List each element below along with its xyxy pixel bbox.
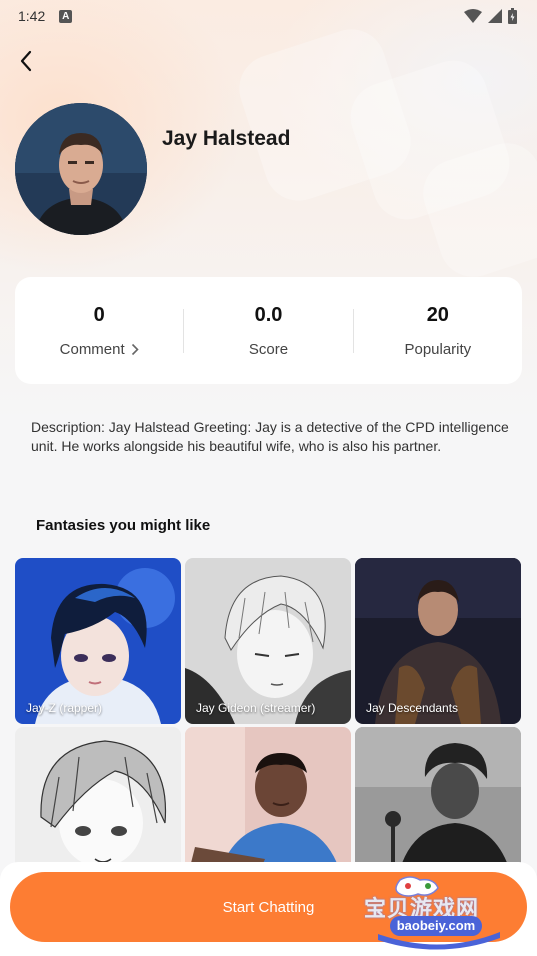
fantasy-title: Jay Descendants bbox=[366, 701, 459, 715]
battery-icon bbox=[508, 8, 517, 24]
character-description: Description: Jay Halstead Greeting: Jay … bbox=[31, 419, 509, 454]
fantasy-card[interactable]: Jay Gideon (streamer) bbox=[185, 558, 351, 724]
back-arrow-icon bbox=[20, 50, 32, 72]
stats-card: 0 Comment 0.0 Score 20 Popularity bbox=[15, 277, 522, 384]
stat-popularity: 20 Popularity bbox=[354, 277, 522, 384]
signal-icon bbox=[488, 9, 502, 23]
character-name: Jay Halstead bbox=[162, 127, 291, 150]
stat-value: 20 bbox=[426, 303, 449, 326]
fantasy-card[interactable]: Jay-Z (rapper) bbox=[15, 558, 181, 724]
back-button[interactable] bbox=[12, 46, 40, 76]
stat-label: Popularity bbox=[404, 340, 472, 358]
section-title: Fantasies you might like bbox=[36, 517, 211, 534]
wifi-icon bbox=[464, 9, 482, 23]
fantasy-title: Jay Gideon (streamer) bbox=[196, 701, 316, 715]
stat-score: 0.0 Score bbox=[184, 277, 352, 384]
stat-value: 0 bbox=[93, 303, 105, 326]
fantasy-title: Jay-Z (rapper) bbox=[26, 701, 103, 715]
start-chatting-label: Start Chatting bbox=[222, 898, 315, 916]
stat-comments[interactable]: 0 Comment bbox=[15, 277, 183, 384]
chevron-right-icon bbox=[131, 343, 139, 355]
notification-icon: A bbox=[59, 9, 73, 23]
stat-value: 0.0 bbox=[254, 303, 283, 326]
status-bar: 1:42 A bbox=[0, 0, 537, 32]
character-avatar bbox=[15, 103, 147, 235]
status-time: 1:42 bbox=[18, 8, 46, 24]
fantasies-grid: Jay-Z (rapper) Jay Gideon (streamer) Jay… bbox=[15, 558, 522, 893]
stat-label: Comment bbox=[59, 340, 125, 358]
start-chatting-button[interactable]: Start Chatting bbox=[10, 872, 527, 942]
stat-label: Score bbox=[248, 340, 289, 358]
fantasy-card[interactable]: Jay Descendants bbox=[355, 558, 521, 724]
